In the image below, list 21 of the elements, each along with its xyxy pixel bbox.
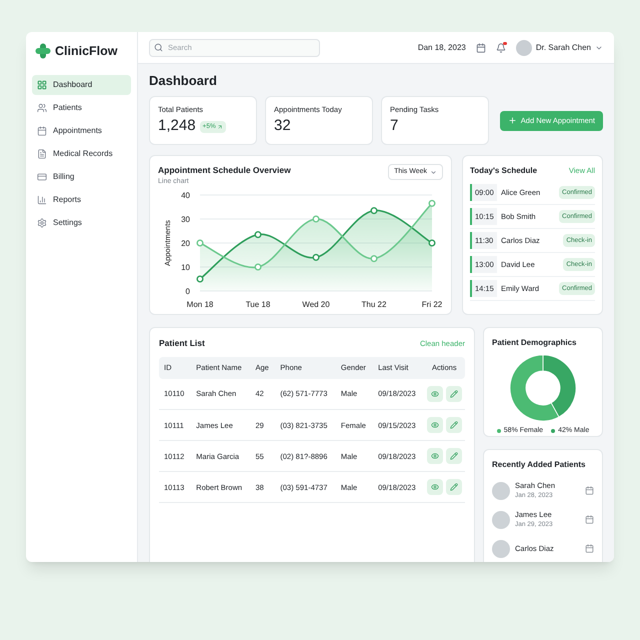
x-tick-label: Wed 20 [302,300,330,310]
schedule-title: Today's Schedule [470,165,538,177]
date-label: Dan 18, 2023 [418,42,466,54]
x-tick-label: Thu 22 [362,300,386,310]
y-tick-label: 20 [181,239,190,248]
demographics-title: Patient Demographics [492,337,578,349]
stat-value: 1,248 [158,117,196,136]
y-tick-label: 0 [186,287,190,296]
recent-patients-title: Recently Added Patients [492,459,587,471]
y-tick-label: 30 [181,215,190,224]
x-tick-label: Tue 18 [246,300,270,310]
chart-title: Appointment Schedule Overview [158,164,291,177]
stat-value: 7 [390,117,398,136]
x-tick-label: Fri 22 [422,300,442,310]
stat-value: 32 [274,117,291,136]
y-tick-label: 10 [181,263,190,272]
y-tick-label: 40 [181,191,190,200]
page-title: Dashboard [149,74,218,87]
x-tick-label: Mon 18 [186,300,214,310]
app-name: ClinicFlow [55,43,118,60]
patient-list-title: Patient List [159,337,205,350]
